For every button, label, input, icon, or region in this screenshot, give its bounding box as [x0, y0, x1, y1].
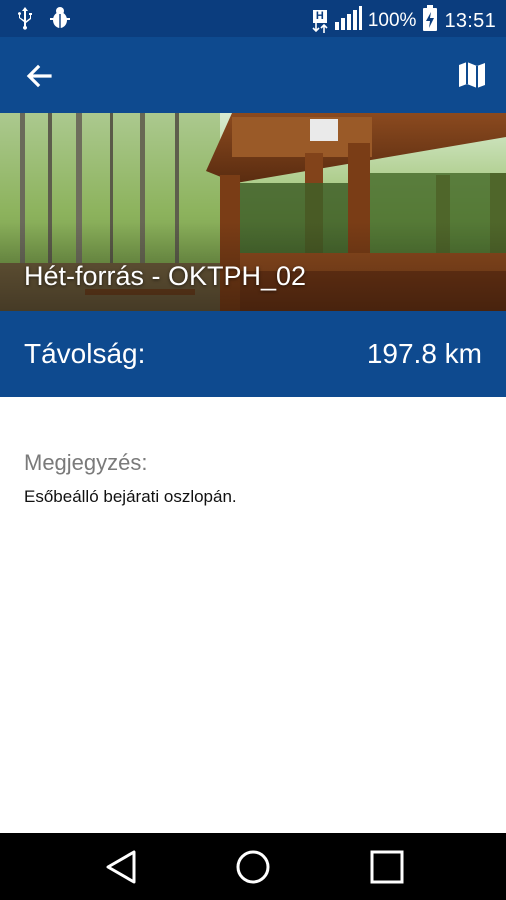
- location-photo: Hét-forrás - OKTPH_02: [0, 113, 506, 311]
- distance-value: 197.8 km: [366, 338, 482, 369]
- status-bar: H 100% 13:51: [0, 0, 506, 37]
- distance-bar: Távolság: 197.8 km: [0, 311, 506, 397]
- battery-percent: 100%: [367, 10, 417, 31]
- home-circle-icon[interactable]: [234, 848, 272, 886]
- usb-icon: [16, 6, 34, 35]
- distance-label: Távolság:: [24, 338, 146, 369]
- map-icon[interactable]: [456, 59, 488, 91]
- app-bar: [0, 37, 506, 113]
- location-title: Hét-forrás - OKTPH_02: [24, 261, 307, 291]
- note-text: Esőbeálló bejárati oszlopán.: [24, 487, 237, 506]
- note-label: Megjegyzés:: [24, 450, 148, 475]
- battery-charging-icon: [422, 5, 438, 37]
- recents-square-icon[interactable]: [368, 848, 406, 886]
- back-arrow-icon[interactable]: [22, 59, 56, 93]
- bug-icon: [48, 6, 72, 35]
- navigation-bar: [0, 833, 506, 900]
- clock: 13:51: [444, 9, 496, 32]
- network-h-icon: H: [312, 9, 328, 33]
- signal-icon: [334, 6, 362, 36]
- back-triangle-icon[interactable]: [102, 848, 140, 886]
